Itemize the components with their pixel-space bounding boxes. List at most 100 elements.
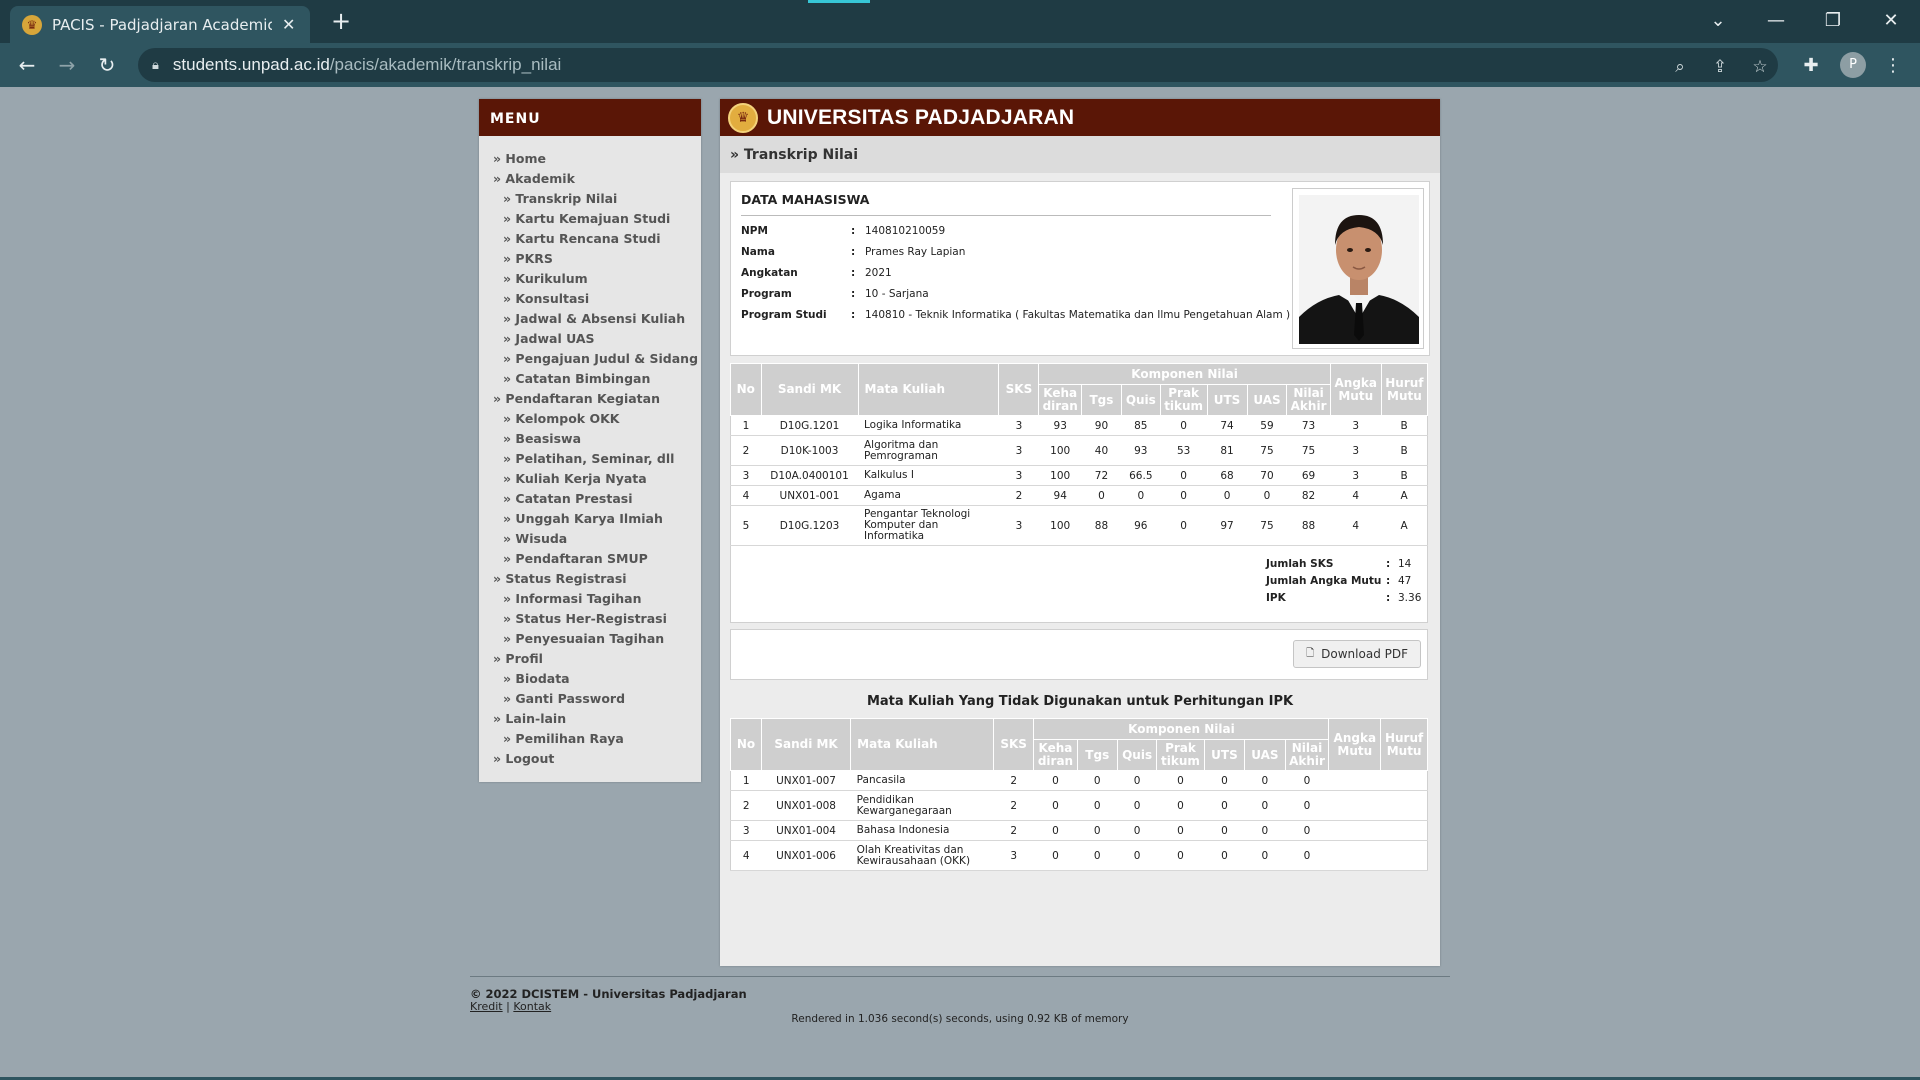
- extensions-icon[interactable]: ✚: [1798, 53, 1824, 79]
- menu-item[interactable]: » Catatan Bimbingan: [479, 369, 701, 389]
- url-text[interactable]: students.unpad.ac.id/pacis/akademik/tran…: [173, 55, 561, 75]
- document-icon: 🗋︎: [1306, 647, 1315, 659]
- cell-tgs: 0: [1077, 840, 1118, 871]
- cell-quis: 0: [1117, 820, 1157, 841]
- share-icon[interactable]: ⇪: [1708, 55, 1732, 79]
- cell-no: 1: [730, 415, 762, 436]
- menu-item[interactable]: » Unggah Karya Ilmiah: [479, 509, 701, 529]
- menu-item[interactable]: » Kartu Rencana Studi: [479, 229, 701, 249]
- minimize-icon[interactable]: —: [1756, 6, 1796, 36]
- menu-item[interactable]: » Transkrip Nilai: [479, 189, 701, 209]
- col-nilai-akhir: Nilai Akhir: [1286, 384, 1331, 416]
- cell-sks: 3: [998, 505, 1039, 546]
- cell-praktikum: 0: [1160, 465, 1208, 486]
- cell-tgs: 0: [1077, 820, 1118, 841]
- browser-tab-active[interactable]: ♛ PACIS - Padjadjaran Academics Ir ✕: [10, 6, 310, 43]
- menu-item[interactable]: » Jadwal & Absensi Kuliah: [479, 309, 701, 329]
- back-icon[interactable]: ←: [12, 50, 42, 80]
- menu-item[interactable]: » Beasiswa: [479, 429, 701, 449]
- cell-course: Algoritma dan Pemrograman: [858, 435, 999, 466]
- menu-item[interactable]: » Ganti Password: [479, 689, 701, 709]
- col-uts: UTS: [1206, 384, 1248, 416]
- cell-kehadiran: 0: [1033, 820, 1078, 841]
- menu-icon[interactable]: ⋮: [1880, 53, 1906, 79]
- student-field-label: NPM: [741, 224, 768, 237]
- student-field-label: Angkatan: [741, 266, 798, 279]
- cell-no: 5: [730, 505, 762, 546]
- kredit-link[interactable]: Kredit: [470, 1000, 503, 1013]
- page-title: » Transkrip Nilai: [720, 136, 1440, 173]
- cell-nilai-akhir: 0: [1285, 790, 1329, 821]
- menu-item[interactable]: » Biodata: [479, 669, 701, 689]
- reload-icon[interactable]: ↻: [92, 50, 122, 80]
- unpad-favicon-icon: ♛: [22, 14, 42, 35]
- menu-item[interactable]: » Wisuda: [479, 529, 701, 549]
- col-uas: UAS: [1244, 739, 1286, 771]
- cell-uas: 75: [1247, 505, 1287, 546]
- cell-tgs: 0: [1081, 485, 1122, 506]
- menu-item[interactable]: » Akademik: [479, 169, 701, 189]
- menu-item[interactable]: » Profil: [479, 649, 701, 669]
- menu-item[interactable]: » Informasi Tagihan: [479, 589, 701, 609]
- close-window-icon[interactable]: ✕: [1871, 6, 1911, 36]
- cell-course: Olah Kreativitas dan Kewirausahaan (OKK): [850, 840, 994, 871]
- cell-code: UNX01-007: [761, 770, 851, 791]
- tab-close-icon[interactable]: ✕: [282, 15, 295, 34]
- cell-kehadiran: 93: [1038, 415, 1082, 436]
- cell-sks: 2: [993, 770, 1034, 791]
- cell-course: Bahasa Indonesia: [850, 820, 994, 841]
- menu-item[interactable]: » Pengajuan Judul & Sidang: [479, 349, 701, 369]
- cell-huruf-mutu: [1380, 840, 1428, 871]
- table-row: 1 D10G.1201 Logika Informatika 3 93 90 85 0 74 59…: [730, 415, 1428, 436]
- excluded-section-title: Mata Kuliah Yang Tidak Digunakan untuk P…: [866, 694, 1294, 709]
- menu-item[interactable]: » Jadwal UAS: [479, 329, 701, 349]
- new-tab-button[interactable]: +: [326, 6, 356, 36]
- tab-search-icon[interactable]: ⌄: [1698, 6, 1738, 36]
- menu-item[interactable]: » Kuliah Kerja Nyata: [479, 469, 701, 489]
- cell-uts: 68: [1207, 465, 1247, 486]
- menu-item[interactable]: » Logout: [479, 749, 701, 769]
- star-icon[interactable]: ☆: [1748, 55, 1772, 79]
- col-nilai-akhir: Nilai Akhir: [1284, 739, 1330, 771]
- cell-no: 3: [730, 465, 762, 486]
- menu-item[interactable]: » Pemilihan Raya: [479, 729, 701, 749]
- menu-item[interactable]: » Kelompok OKK: [479, 409, 701, 429]
- menu-item[interactable]: » Penyesuaian Tagihan: [479, 629, 701, 649]
- cell-uts: 0: [1204, 790, 1245, 821]
- menu-item[interactable]: » Kurikulum: [479, 269, 701, 289]
- menu-item[interactable]: » Lain-lain: [479, 709, 701, 729]
- kontak-link[interactable]: Kontak: [513, 1000, 551, 1013]
- cell-kehadiran: 0: [1033, 770, 1078, 791]
- cell-huruf-mutu: B: [1381, 435, 1428, 466]
- menu-item[interactable]: » Pendaftaran SMUP: [479, 549, 701, 569]
- excluded-table-body: 1 UNX01-007 Pancasila 2 0 0 0 0 0 0 0 2 UNX01-008 Pen…: [730, 770, 1428, 871]
- cell-tgs: 0: [1077, 770, 1118, 791]
- cell-code: UNX01-001: [761, 485, 858, 506]
- lock-icon[interactable]: 🔒︎: [152, 58, 159, 73]
- menu-item[interactable]: » Pelatihan, Seminar, dll: [479, 449, 701, 469]
- forward-icon[interactable]: →: [52, 50, 82, 80]
- address-bar[interactable]: 🔒︎ students.unpad.ac.id/pacis/akademik/t…: [138, 48, 1778, 82]
- col-components: Komponen Nilai: [1033, 718, 1330, 740]
- menu-item[interactable]: » Home: [479, 149, 701, 169]
- menu-item[interactable]: » Catatan Prestasi: [479, 489, 701, 509]
- cell-quis: 66.5: [1121, 465, 1161, 486]
- cell-course: Pancasila: [850, 770, 994, 791]
- menu-item[interactable]: » Kartu Kemajuan Studi: [479, 209, 701, 229]
- menu-item[interactable]: » Status Her-Registrasi: [479, 609, 701, 629]
- cell-sks: 3: [998, 435, 1039, 466]
- download-pdf-button[interactable]: 🗋︎ Download PDF: [1293, 640, 1421, 668]
- menu-item[interactable]: » Pendaftaran Kegiatan: [479, 389, 701, 409]
- cell-code: UNX01-004: [761, 820, 851, 841]
- zoom-icon[interactable]: ⌕: [1668, 55, 1692, 79]
- col-uas: UAS: [1246, 384, 1288, 416]
- footer-links: Kredit | Kontak: [470, 1000, 551, 1013]
- restore-icon[interactable]: ❐: [1813, 6, 1853, 36]
- cell-sks: 2: [998, 485, 1039, 506]
- profile-avatar[interactable]: P: [1840, 52, 1866, 78]
- field-colon: :: [851, 224, 856, 237]
- menu-item[interactable]: » PKRS: [479, 249, 701, 269]
- menu-item[interactable]: » Konsultasi: [479, 289, 701, 309]
- cell-huruf-mutu: A: [1381, 505, 1428, 546]
- menu-item[interactable]: » Status Registrasi: [479, 569, 701, 589]
